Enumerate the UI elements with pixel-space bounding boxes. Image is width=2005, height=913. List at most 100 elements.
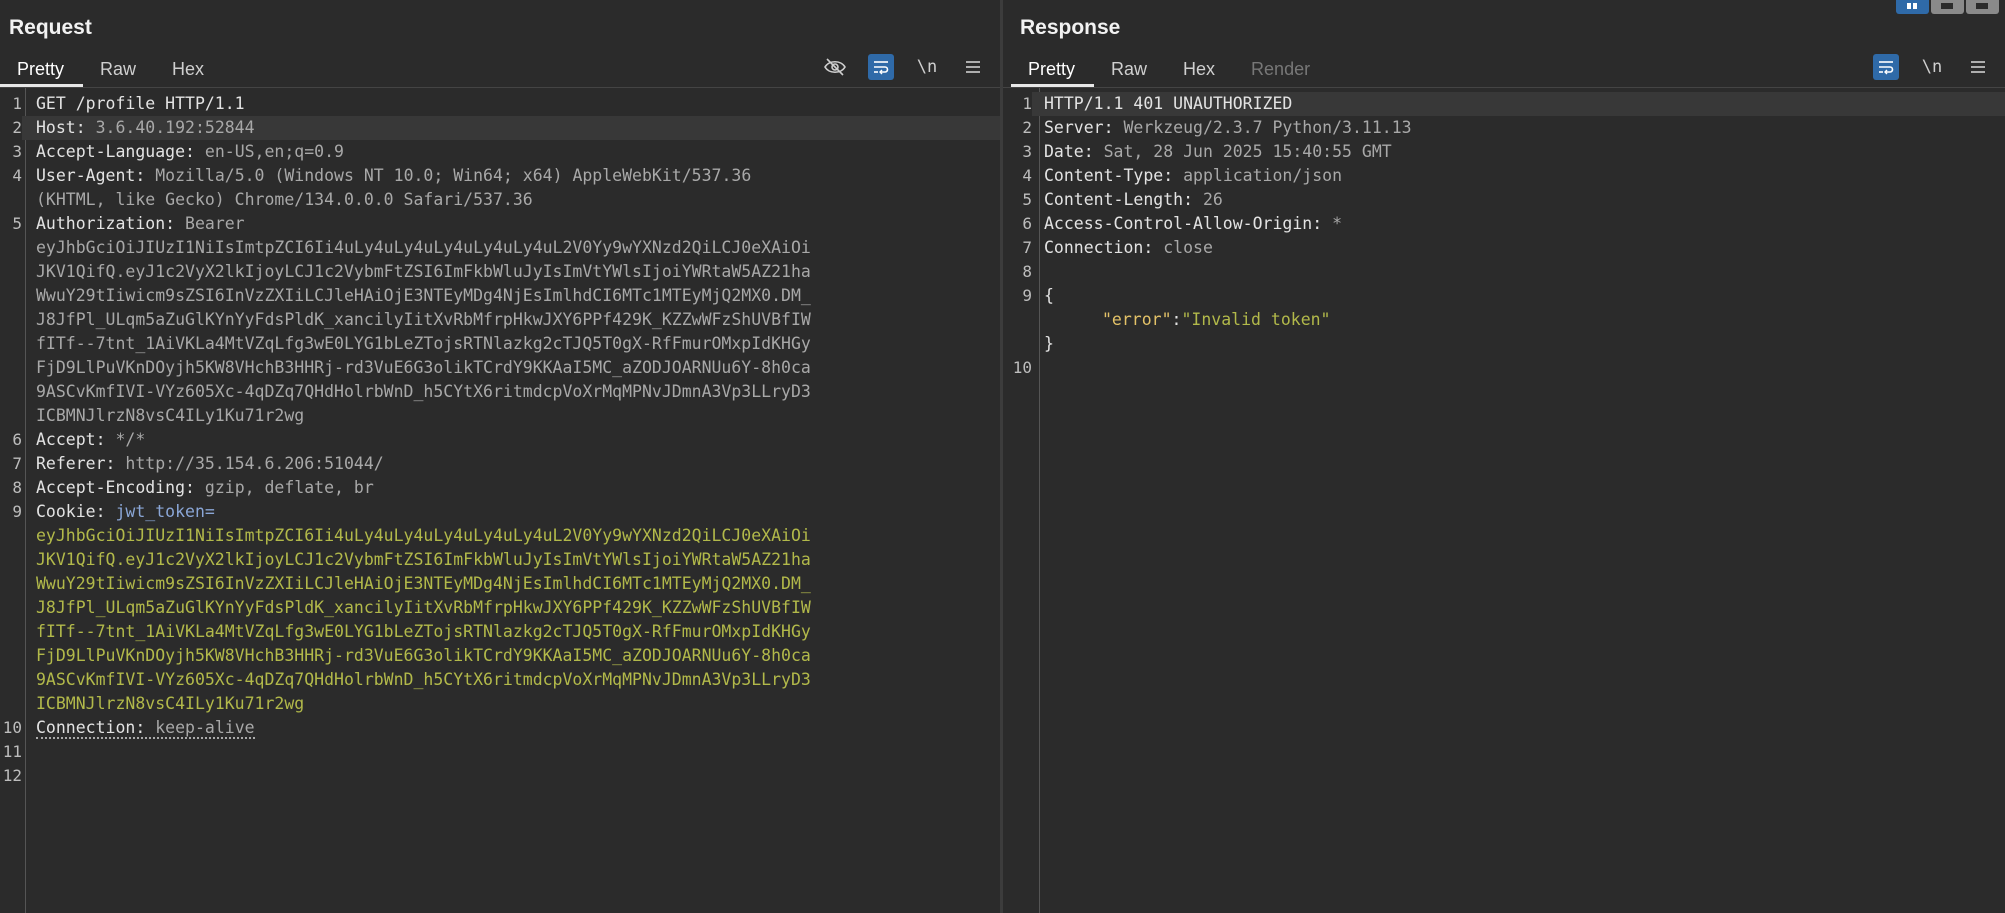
cookie-token-chunk: fITf--7tnt_1AiVKLa4MtVZqLfg3wE0LYG1bLeZT… xyxy=(36,622,811,641)
empty-line xyxy=(22,764,1000,788)
layout-single-icon[interactable] xyxy=(1966,0,1999,14)
json-body: {"error":"Invalid token"} xyxy=(1032,284,2005,356)
token-chunk: fITf--7tnt_1AiVKLa4MtVZqLfg3wE0LYG1bLeZT… xyxy=(36,334,811,353)
response-title: Response xyxy=(1020,16,1121,39)
menu-icon[interactable] xyxy=(1965,54,1991,80)
line-number: 1 xyxy=(12,94,22,113)
header-value: gzip, deflate, br xyxy=(204,478,374,497)
cookie-token-chunk: ICBMNJlrzN8vsC4ILy1Ku71r2wg xyxy=(36,694,305,713)
tab-raw[interactable]: Raw xyxy=(83,53,155,87)
eye-off-icon[interactable] xyxy=(822,54,848,80)
header-name: Connection: xyxy=(1044,238,1164,257)
request-editor[interactable]: 1 GET /profile HTTP/1.1 2 Host: 3.6.40.1… xyxy=(0,92,1000,913)
json-key: "error" xyxy=(1102,310,1172,329)
header-name: Date: xyxy=(1044,142,1104,161)
wrap-icon[interactable] xyxy=(868,54,894,80)
code-line: 3 Accept-Language: en-US,en;q=0.9 xyxy=(0,140,1000,164)
wrap-icon[interactable] xyxy=(1873,54,1899,80)
code-line: 6 Access-Control-Allow-Origin: * xyxy=(1003,212,2005,236)
header-name: Referer: xyxy=(36,454,126,473)
token-chunk: WwuY29tIiwicm9sZSI6InVzZXIiLCJleHAiOjE3N… xyxy=(36,286,811,305)
code-line: 8 xyxy=(1003,260,2005,284)
code-line: 10 Connection: keep-alive xyxy=(0,716,1000,740)
tab-hex[interactable]: Hex xyxy=(1166,53,1234,87)
header-value: close xyxy=(1163,238,1213,257)
token-chunk: 9ASCvKmfIVI-VYz605Xc-4qDZq7QHdHolrbWnD_h… xyxy=(36,382,811,401)
menu-icon[interactable] xyxy=(960,54,986,80)
layout-split-icon[interactable] xyxy=(1896,0,1929,14)
code-line: 11 xyxy=(0,740,1000,764)
line-number: 2 xyxy=(1022,118,1032,137)
line-number: 6 xyxy=(12,430,22,449)
header-cookie: Cookie: jwt_token= eyJhbGciOiJIUzI1NiIsIm… xyxy=(22,500,1000,716)
empty-line xyxy=(22,740,1000,764)
line-number: 10 xyxy=(1012,358,1032,377)
code-line: 2 Host: 3.6.40.192:52844 xyxy=(0,116,1000,140)
header-accept-language: Accept-Language: en-US,en;q=0.9 xyxy=(22,140,1000,164)
line-number: 3 xyxy=(1022,142,1032,161)
newline-icon[interactable]: \n xyxy=(914,54,940,80)
tab-pretty[interactable]: Pretty xyxy=(1011,53,1095,88)
code-line: 9 {"error":"Invalid token"} xyxy=(1003,284,2005,356)
header-value: application/json xyxy=(1183,166,1343,185)
header-name: Accept-Encoding: xyxy=(36,478,205,497)
code-line: 7 Referer: http://35.154.6.206:51044/ xyxy=(0,452,1000,476)
header-acao: Access-Control-Allow-Origin: * xyxy=(1032,212,2005,236)
code-line: 5 Content-Length: 26 xyxy=(1003,188,2005,212)
tab-pretty[interactable]: Pretty xyxy=(0,53,84,88)
header-user-agent: User-Agent: Mozilla/5.0 (Windows NT 10.0… xyxy=(22,164,1000,212)
json-colon: : xyxy=(1171,310,1182,329)
json-close-brace: } xyxy=(1044,334,1054,353)
header-authorization: Authorization: Bearer eyJhbGciOiJIUzI1NiI… xyxy=(22,212,1000,428)
header-value-cont: (KHTML, like Gecko) Chrome/134.0.0.0 Saf… xyxy=(36,190,533,209)
line-number: 8 xyxy=(12,478,22,497)
header-host: Host: 3.6.40.192:52844 xyxy=(22,116,1000,140)
json-open-brace: { xyxy=(1044,286,1054,305)
header-name: Cookie: xyxy=(36,502,116,521)
code-line: 3 Date: Sat, 28 Jun 2025 15:40:55 GMT xyxy=(1003,140,2005,164)
empty-line xyxy=(1032,260,2005,284)
code-line: 1 HTTP/1.1 401 UNAUTHORIZED xyxy=(1003,92,2005,116)
header-name: Accept: xyxy=(36,430,116,449)
line-number: 4 xyxy=(1022,166,1032,185)
header-value: 26 xyxy=(1202,190,1223,209)
code-line: 6 Accept: */* xyxy=(0,428,1000,452)
header-content-type: Content-Type: application/json xyxy=(1032,164,2005,188)
code-line: 7 Connection: close xyxy=(1003,236,2005,260)
response-editor[interactable]: 1 HTTP/1.1 401 UNAUTHORIZED 2 Server: We… xyxy=(1003,92,2005,913)
header-value: Sat, 28 Jun 2025 15:40:55 GMT xyxy=(1103,142,1392,161)
tab-render[interactable]: Render xyxy=(1234,53,1329,87)
token-chunk: JKV1QifQ.eyJ1c2VyX2lkIjoyLCJ1c2VybmFtZSI… xyxy=(36,262,811,281)
token-chunk: ICBMNJlrzN8vsC4ILy1Ku71r2wg xyxy=(36,406,305,425)
request-tabs-divider xyxy=(0,87,1000,88)
request-panel: Request Pretty Raw Hex \n 1 GET /profile… xyxy=(0,0,1000,913)
line-number: 2 xyxy=(12,118,22,137)
request-tabs: Pretty Raw Hex xyxy=(0,53,223,88)
header-referer: Referer: http://35.154.6.206:51044/ xyxy=(22,452,1000,476)
code-line: 1 GET /profile HTTP/1.1 xyxy=(0,92,1000,116)
request-title: Request xyxy=(9,16,92,39)
header-value: Werkzeug/2.3.7 Python/3.11.13 xyxy=(1123,118,1412,137)
token-chunk: FjD9LlPuVKnDOyjh5KW8VHchB3HHRj-rd3VuE6G3… xyxy=(36,358,811,377)
line-number: 12 xyxy=(2,766,22,785)
response-tabs: Pretty Raw Hex Render xyxy=(1011,53,1329,88)
cookie-token-chunk: FjD9LlPuVKnDOyjh5KW8VHchB3HHRj-rd3VuE6G3… xyxy=(36,646,811,665)
line-number: 10 xyxy=(2,718,22,737)
header-connection: Connection: keep-alive xyxy=(22,716,1000,740)
layout-horizontal-icon[interactable] xyxy=(1931,0,1964,14)
code-line: 2 Server: Werkzeug/2.3.7 Python/3.11.13 xyxy=(1003,116,2005,140)
tab-raw[interactable]: Raw xyxy=(1094,53,1166,87)
header-value: */* xyxy=(115,430,146,449)
tab-hex[interactable]: Hex xyxy=(155,53,223,87)
line-number: 7 xyxy=(1022,238,1032,257)
cookie-token-chunk: JKV1QifQ.eyJ1c2VyX2lkIjoyLCJ1c2VybmFtZSI… xyxy=(36,550,811,569)
code-line: 8 Accept-Encoding: gzip, deflate, br xyxy=(0,476,1000,500)
header-value: en-US,en;q=0.9 xyxy=(204,142,344,161)
newline-icon[interactable]: \n xyxy=(1919,54,1945,80)
cookie-token-chunk: J8JfPl_ULqm5aZuGlKYnYyFdsPldK_xancilyIit… xyxy=(36,598,811,617)
line-number: 3 xyxy=(12,142,22,161)
header-name: User-Agent: xyxy=(36,166,156,185)
line-number: 9 xyxy=(1022,286,1032,305)
header-date: Date: Sat, 28 Jun 2025 15:40:55 GMT xyxy=(1032,140,2005,164)
header-accept: Accept: */* xyxy=(22,428,1000,452)
